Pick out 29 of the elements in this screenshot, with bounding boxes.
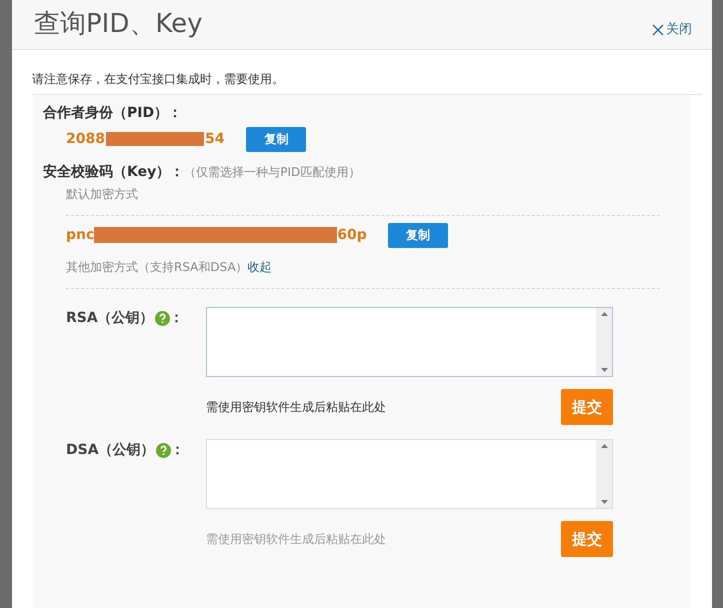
scroll-up-icon[interactable] [600, 312, 608, 316]
colon-text: ： [170, 440, 185, 460]
key-note: （仅需选择一种与PID匹配使用） [184, 164, 360, 181]
close-button[interactable]: 关闭 [652, 20, 692, 40]
scroll-down-icon[interactable] [600, 368, 608, 372]
public-key-label: DSA（公钥） [66, 440, 155, 460]
pid-label: 合作者身份（PID）： [43, 104, 184, 123]
scroll-down-icon[interactable] [600, 500, 608, 504]
public-key-label: RSA（公钥） [66, 308, 154, 328]
other-encryption-text: 其他加密方式（支持RSA和DSA） [66, 259, 248, 276]
help-icon[interactable] [154, 310, 170, 326]
hint-text: 需使用密钥软件生成后粘贴在此处 [206, 399, 386, 416]
scrollbar[interactable] [596, 308, 612, 376]
dialog-title: 查询PID、Key [34, 8, 203, 41]
collapse-link[interactable]: 收起 [248, 258, 272, 276]
scrollbar[interactable] [596, 440, 612, 508]
hint-text: 需使用密钥软件生成后粘贴在此处 [206, 531, 386, 548]
pid-value: 2088 54 [66, 130, 224, 148]
colon-text: ： [170, 308, 184, 328]
submit-button[interactable]: 提交 [561, 389, 613, 425]
scroll-up-icon[interactable] [600, 444, 608, 448]
copy-button[interactable]: 复制 [246, 126, 306, 152]
help-icon[interactable] [156, 442, 171, 458]
close-icon [652, 24, 664, 36]
submit-button[interactable]: 提交 [561, 521, 613, 557]
default-encryption-label: 默认加密方式 [65, 186, 139, 203]
key-value: pnc 60p [66, 226, 367, 245]
copy-button[interactable]: 复制 [388, 222, 448, 248]
key-label: 安全校验码（Key）： [43, 162, 184, 182]
